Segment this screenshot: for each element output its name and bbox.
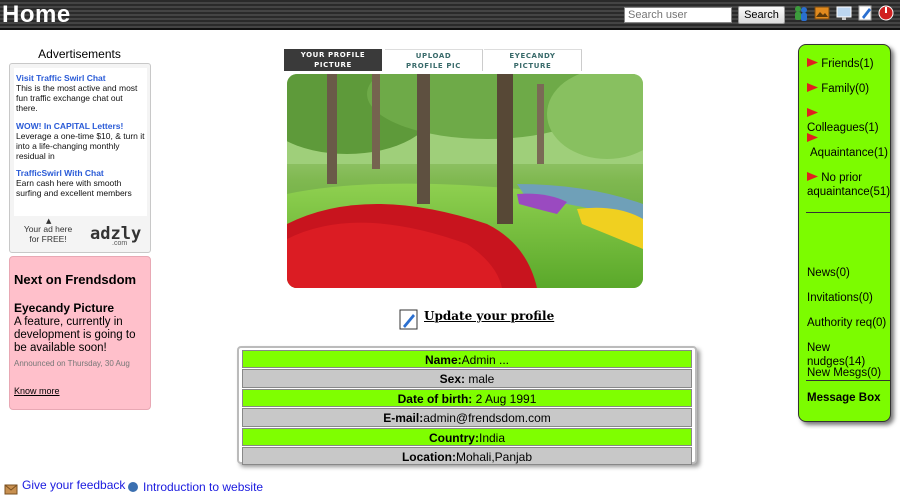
tab-upload-profile-pic[interactable]: UPLOAD PROFILE PIC	[385, 49, 483, 71]
ad-text: Earn cash here with smooth surfing and e…	[16, 178, 132, 198]
update-profile-icon[interactable]	[399, 309, 418, 330]
new-mesgs-link[interactable]: New Mesgs(0)	[807, 366, 881, 380]
tab-your-profile-picture[interactable]: YOUR PROFILE PICTURE	[284, 49, 382, 71]
profile-row-dob: Date of birth: 2 Aug 1991	[242, 388, 692, 408]
profile-picture	[287, 74, 643, 288]
top-bar: Home Search	[0, 0, 900, 30]
next-description: A feature, currently in development is g…	[14, 316, 136, 354]
edit-icon[interactable]	[857, 4, 873, 22]
ad-title[interactable]: WOW! In CAPITAL Letters!	[16, 121, 146, 131]
feedback-icon[interactable]	[4, 482, 18, 495]
friends-link[interactable]: Friends(1)	[807, 57, 874, 71]
profile-info-table: Name:Admin ... Sex: male Date of birth: …	[237, 346, 697, 466]
authority-req-link[interactable]: Authority req(0)	[807, 316, 886, 330]
profile-row-country: Country:India	[242, 427, 692, 446]
ad-item[interactable]: Visit Traffic Swirl Chat This is the mos…	[16, 73, 146, 113]
ads-box: Visit Traffic Swirl Chat This is the mos…	[9, 63, 151, 253]
ad-text: Leverage a one-time $10, & turn it into …	[16, 131, 145, 161]
row-value: 2 Aug 1991	[475, 391, 537, 406]
page-title: Home	[2, 1, 71, 28]
intro-link[interactable]: Introduction to website	[143, 480, 263, 494]
friends-label: Friends(1)	[821, 58, 874, 70]
row-label: Location:	[401, 449, 456, 464]
aquaintance-label: Aquaintance(1)	[810, 147, 888, 159]
profile-row-location: Location:Mohali,Panjab	[242, 446, 692, 466]
flag-icon	[807, 108, 818, 117]
flag-icon	[807, 83, 818, 92]
row-label: Date of birth:	[397, 391, 473, 406]
tab-label-line1: UPLOAD	[415, 52, 452, 60]
row-label: Country:	[428, 430, 479, 445]
ads-title: Advertisements	[38, 47, 121, 61]
profile-row-email: E-mail:admin@frendsdom.com	[242, 408, 692, 427]
monitor-icon[interactable]	[836, 4, 852, 22]
news-link[interactable]: News(0)	[807, 266, 850, 280]
invitations-link[interactable]: Invitations(0)	[807, 291, 873, 305]
tab-eyecandy-picture[interactable]: EYECANDY PICTURE	[484, 49, 582, 71]
no-prior-label: No prior aquaintance(51)	[807, 172, 891, 198]
next-announced: Announced on Thursday, 30 Aug	[14, 359, 130, 368]
row-value: male	[468, 372, 495, 387]
row-value: Mohali,Panjab	[455, 449, 533, 464]
family-link[interactable]: Family(0)	[807, 82, 869, 96]
right-panel: Friends(1) Family(0) Colleagues(1) Aquai…	[798, 44, 891, 422]
divider	[806, 212, 890, 213]
row-label: Name:	[424, 353, 462, 367]
tab-label-line2: PICTURE	[314, 61, 352, 69]
tab-label-line1: YOUR PROFILE	[300, 51, 366, 59]
row-label: E-mail:	[383, 411, 424, 426]
info-icon	[128, 482, 138, 492]
flag-icon	[807, 172, 818, 181]
tab-label-line2: PROFILE PIC	[405, 62, 461, 70]
tab-label-line1: EYECANDY	[509, 52, 556, 60]
row-label: Sex:	[439, 372, 465, 387]
row-value: India	[478, 430, 506, 445]
next-feature: Eyecandy Picture	[14, 301, 115, 315]
profile-row-name: Name:Admin ...	[242, 350, 692, 369]
image-icon[interactable]	[814, 4, 830, 22]
message-box-link[interactable]: Message Box	[807, 391, 881, 405]
ad-cta[interactable]: Your ad here for FREE!	[22, 224, 74, 244]
ad-item[interactable]: TrafficSwirl With Chat Earn cash here wi…	[16, 168, 146, 198]
update-profile-link[interactable]: Update your profile	[424, 309, 554, 323]
adzly-logo-suffix: .com	[112, 240, 128, 247]
ad-item[interactable]: WOW! In CAPITAL Letters! Leverage a one-…	[16, 121, 146, 161]
feedback-link[interactable]: Give your feedback	[22, 478, 125, 492]
search-button[interactable]: Search	[738, 6, 785, 24]
people-icon[interactable]	[793, 4, 809, 22]
know-more-link[interactable]: Know more	[14, 386, 60, 396]
row-value: admin@frendsdom.com	[423, 411, 551, 426]
aquaintance-link[interactable]: Aquaintance(1)	[807, 132, 888, 160]
ad-title[interactable]: Visit Traffic Swirl Chat	[16, 73, 146, 83]
profile-row-sex: Sex: male	[242, 369, 692, 388]
row-value: Admin ...	[461, 353, 510, 367]
next-on-box: Next on Frendsdom Eyecandy Picture A fea…	[9, 256, 151, 410]
next-title: Next on Frendsdom	[14, 272, 137, 287]
colleagues-link[interactable]: Colleagues(1)	[807, 107, 890, 135]
flag-icon	[807, 133, 818, 142]
flag-icon	[807, 58, 818, 67]
tab-label-line2: PICTURE	[513, 62, 552, 70]
ad-title[interactable]: TrafficSwirl With Chat	[16, 168, 146, 178]
no-prior-link[interactable]: No prior aquaintance(51)	[807, 171, 893, 199]
logout-icon[interactable]	[878, 4, 894, 22]
family-label: Family(0)	[821, 83, 870, 95]
divider	[806, 380, 890, 381]
new-nudges-link[interactable]: New nudges(14)	[807, 341, 890, 369]
search-input[interactable]	[624, 7, 732, 23]
ad-text: This is the most active and most fun tra…	[16, 83, 138, 113]
